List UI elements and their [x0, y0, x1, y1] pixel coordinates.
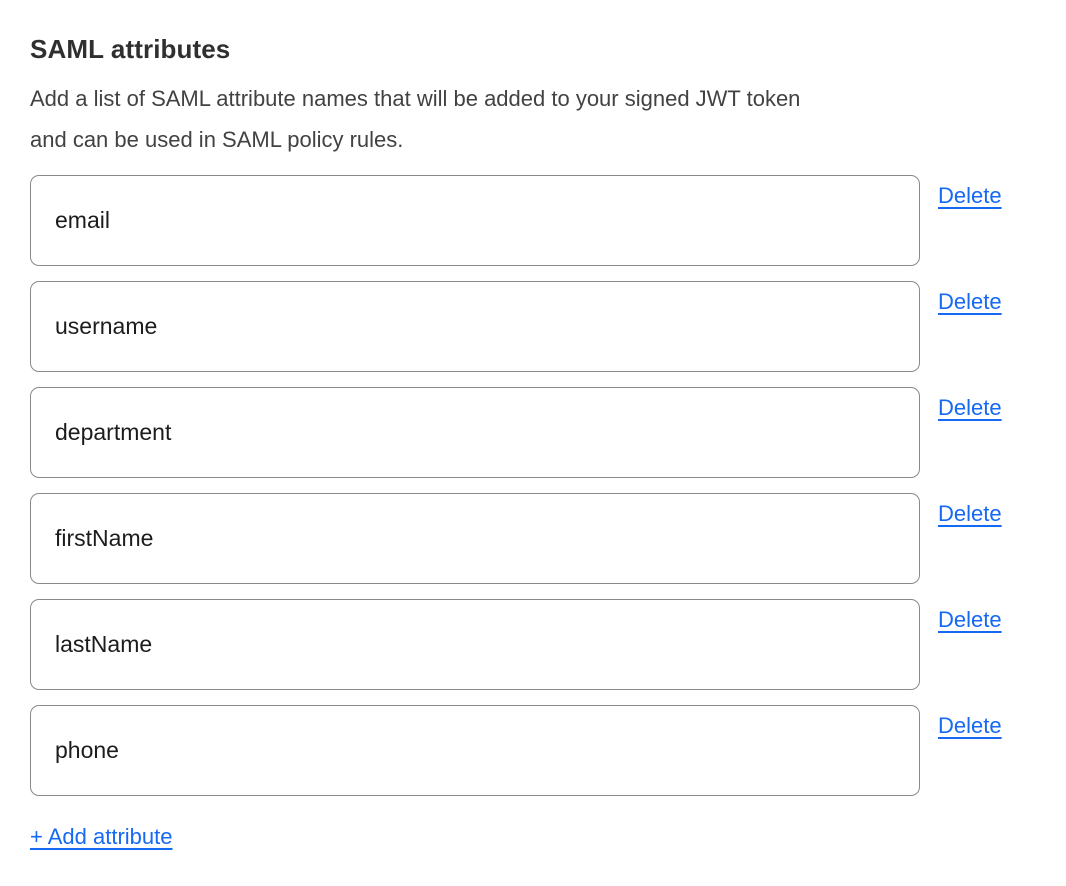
section-description-line-2: and can be used in SAML policy rules.: [30, 119, 1036, 160]
attribute-row: Delete: [30, 281, 1036, 372]
delete-link-phone[interactable]: Delete: [938, 713, 1002, 739]
attribute-row: Delete: [30, 493, 1036, 584]
delete-link-department[interactable]: Delete: [938, 395, 1002, 421]
delete-link-lastname[interactable]: Delete: [938, 607, 1002, 633]
attribute-list: Delete Delete Delete Delete Delete Delet…: [30, 175, 1036, 796]
section-title: SAML attributes: [30, 34, 1036, 65]
attribute-input-lastname[interactable]: [30, 599, 920, 690]
attribute-row: Delete: [30, 599, 1036, 690]
attribute-input-firstname[interactable]: [30, 493, 920, 584]
attribute-row: Delete: [30, 387, 1036, 478]
section-description: Add a list of SAML attribute names that …: [30, 78, 1036, 160]
attribute-input-username[interactable]: [30, 281, 920, 372]
attribute-row: Delete: [30, 705, 1036, 796]
saml-attributes-section: SAML attributes Add a list of SAML attri…: [0, 0, 1066, 886]
delete-link-firstname[interactable]: Delete: [938, 501, 1002, 527]
attribute-input-department[interactable]: [30, 387, 920, 478]
attribute-input-phone[interactable]: [30, 705, 920, 796]
attribute-input-email[interactable]: [30, 175, 920, 266]
attribute-row: Delete: [30, 175, 1036, 266]
delete-link-email[interactable]: Delete: [938, 183, 1002, 209]
add-attribute-link[interactable]: + Add attribute: [30, 824, 173, 850]
section-description-line-1: Add a list of SAML attribute names that …: [30, 78, 1036, 119]
delete-link-username[interactable]: Delete: [938, 289, 1002, 315]
